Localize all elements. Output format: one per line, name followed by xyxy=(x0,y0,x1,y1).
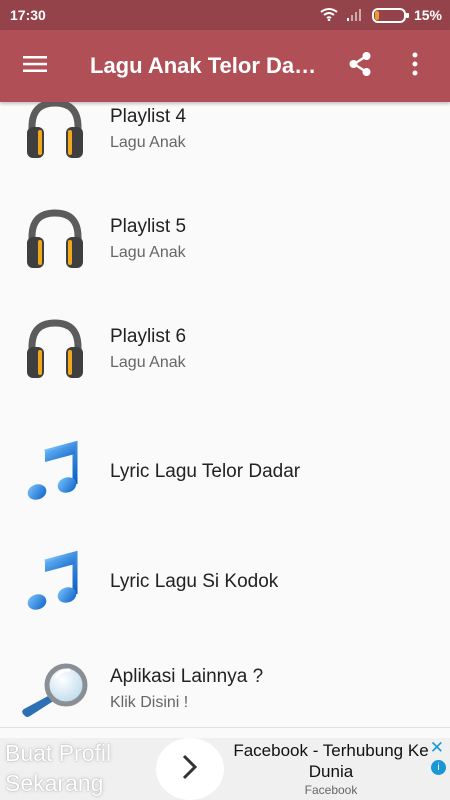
list-item-text: Lyric Lagu Si Kodok xyxy=(110,570,278,594)
list-item-subtitle: Lagu Anak xyxy=(110,133,186,151)
list-item-subtitle: Lagu Anak xyxy=(110,353,186,371)
list-item-title: Playlist 4 xyxy=(110,105,187,127)
ad-headline[interactable]: Buat Profil Sekarang xyxy=(5,738,160,798)
ad-banner[interactable]: Buat Profil Sekarang Facebook - Terhubun… xyxy=(0,738,450,800)
more-options-button[interactable] xyxy=(390,30,440,102)
list-item-lyric-si-kodok[interactable]: Lyric Lagu Si Kodok xyxy=(0,532,450,632)
list-item-title: Lyric Lagu Si Kodok xyxy=(110,571,279,592)
status-icons: 15% xyxy=(320,7,442,24)
ad-headline-line-1: Buat Profil xyxy=(5,740,112,766)
list-item-title: Lyric Lagu Telor Dadar xyxy=(110,461,301,482)
menu-icon xyxy=(23,54,47,79)
list-item-text: Playlist 4 Lagu Anak xyxy=(110,105,186,154)
page-title: Lagu Anak Telor Dadar xyxy=(90,53,320,78)
magnifier-icon xyxy=(20,657,90,721)
list-item-title: Aplikasi Lainnya ? xyxy=(110,665,264,687)
list-item-text: Lyric Lagu Telor Dadar xyxy=(110,460,300,484)
app-bar: Lagu Anak Telor Dadar xyxy=(0,30,450,102)
share-button[interactable] xyxy=(330,30,390,102)
list-item-text: Aplikasi Lainnya ? Klik Disini ! xyxy=(110,665,263,714)
status-time: 17:30 xyxy=(10,7,46,23)
close-icon[interactable]: ✕ xyxy=(430,739,444,756)
list-item-other-apps[interactable]: Aplikasi Lainnya ? Klik Disini ! xyxy=(0,639,450,726)
headphones-icon xyxy=(23,207,87,271)
list-item-title: Playlist 6 xyxy=(110,325,187,347)
ad-source: Facebook xyxy=(304,783,358,797)
headphones-icon xyxy=(23,317,87,381)
headphones-icon xyxy=(23,102,87,161)
info-icon[interactable]: i xyxy=(431,760,446,775)
list-item-subtitle: Lagu Anak xyxy=(110,243,186,261)
status-bar: 17:30 15% xyxy=(0,0,450,30)
battery-icon xyxy=(371,7,409,23)
divider xyxy=(0,727,450,728)
ad-open-button[interactable] xyxy=(156,738,224,800)
menu-button[interactable] xyxy=(0,30,70,102)
list-item-subtitle: Klik Disini ! xyxy=(110,693,189,711)
list-item-title: Playlist 5 xyxy=(110,215,187,237)
music-note-icon xyxy=(23,550,87,614)
list-item-text: Playlist 6 Lagu Anak xyxy=(110,325,186,374)
list-item-text: Playlist 5 Lagu Anak xyxy=(110,215,186,264)
battery-level xyxy=(374,10,380,20)
list-item-playlist-6[interactable]: Playlist 6 Lagu Anak xyxy=(0,299,450,399)
wifi-icon xyxy=(320,7,338,24)
list-item-lyric-telor-dadar[interactable]: Lyric Lagu Telor Dadar xyxy=(0,422,450,522)
music-note-icon xyxy=(23,440,87,504)
list-item-playlist-5[interactable]: Playlist 5 Lagu Anak xyxy=(0,189,450,289)
chevron-right-icon xyxy=(181,753,199,786)
signal-icon xyxy=(346,7,364,24)
list-item-playlist-4[interactable]: Playlist 4 Lagu Anak xyxy=(0,102,450,179)
share-icon xyxy=(348,51,372,82)
content-list: Playlist 4 Lagu Anak Playlist 5 Lagu Ana… xyxy=(0,102,450,726)
more-vertical-icon xyxy=(412,52,418,81)
ad-title[interactable]: Facebook - Terhubung Ke Dunia xyxy=(226,740,436,782)
ad-headline-line-2: Sekarang xyxy=(5,770,104,796)
battery-percent: 15% xyxy=(413,7,442,23)
